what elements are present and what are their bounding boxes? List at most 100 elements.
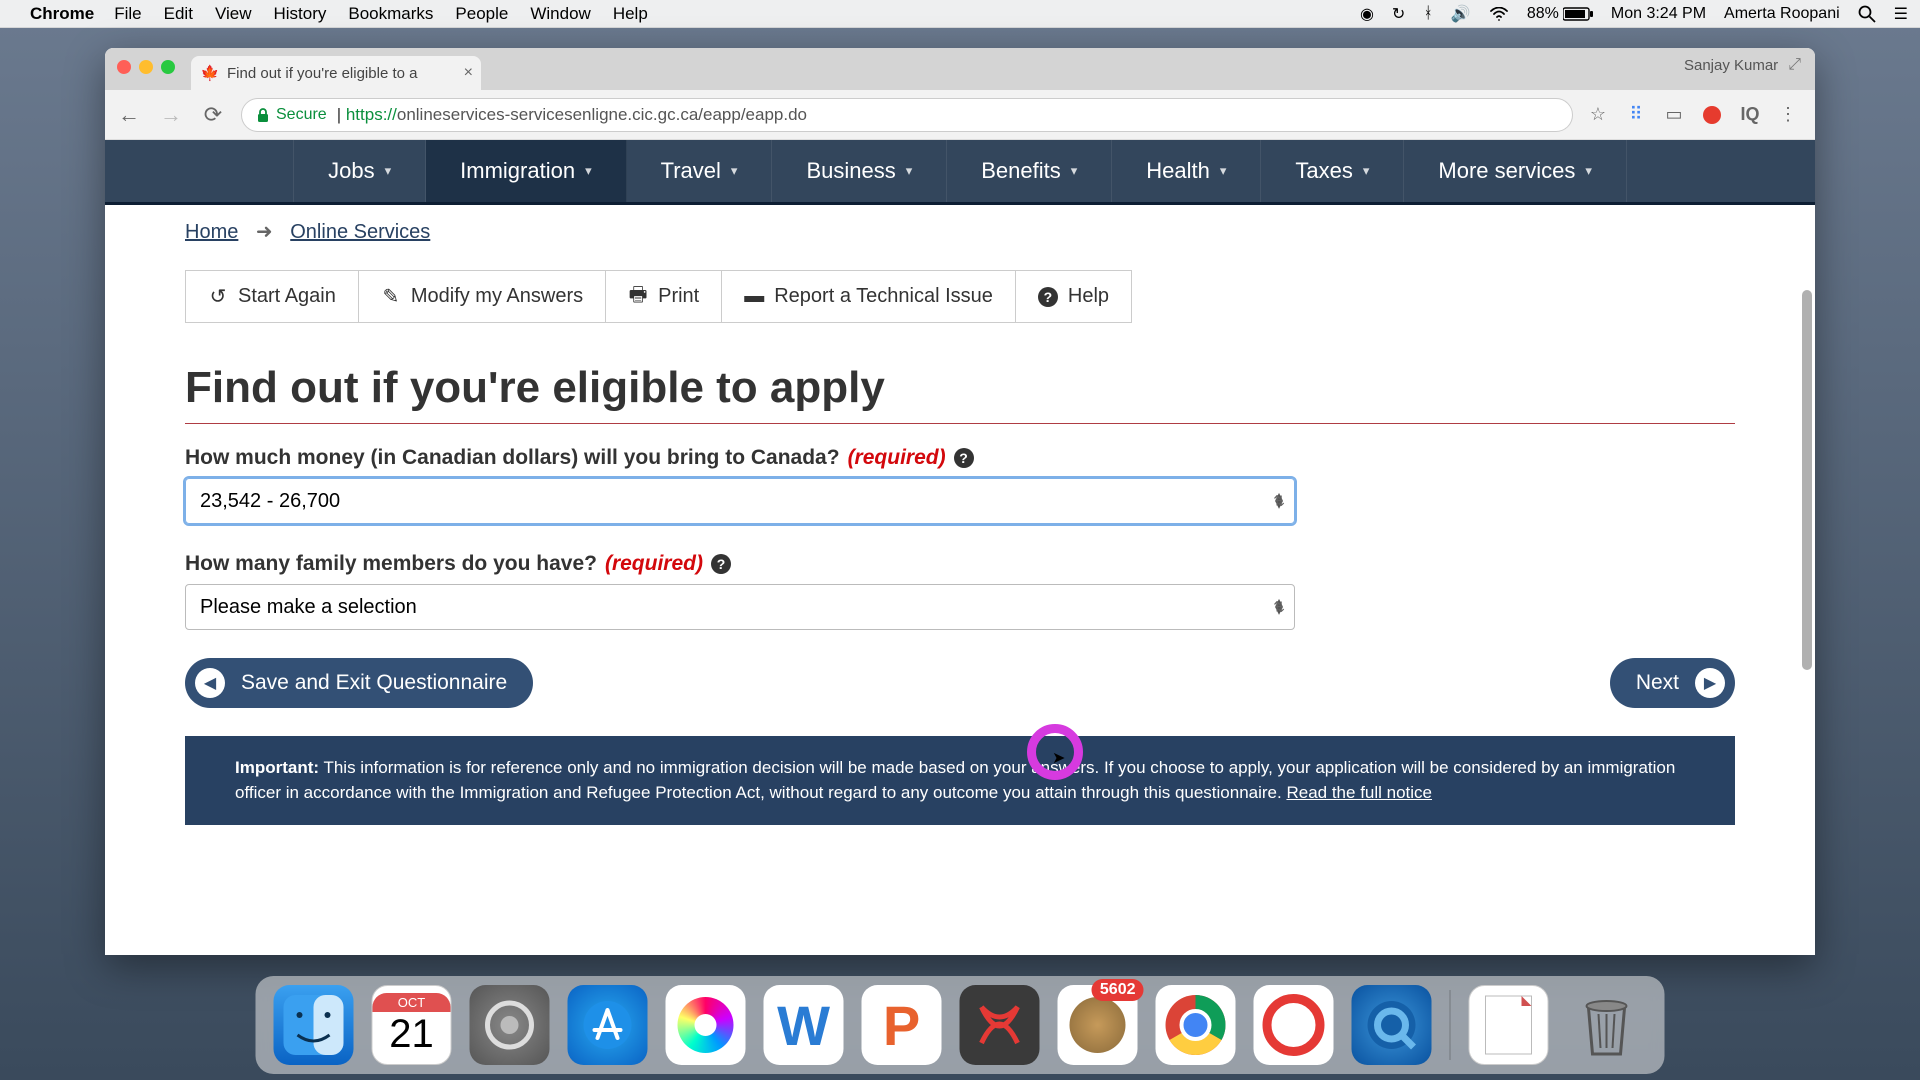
dock-app-store[interactable] — [568, 985, 648, 1065]
secure-badge: Secure — [256, 106, 327, 124]
favicon-icon: 🍁 — [201, 64, 219, 82]
help-tooltip-icon[interactable]: ? — [711, 554, 731, 574]
menu-view[interactable]: View — [215, 4, 252, 24]
nav-jobs[interactable]: Jobs▾ — [293, 140, 426, 202]
question-money-label: How much money (in Canadian dollars) wil… — [185, 446, 1735, 470]
menubar-clock[interactable]: Mon 3:24 PM — [1611, 5, 1706, 23]
macos-menubar: Chrome File Edit View History Bookmarks … — [0, 0, 1920, 28]
dock-trash[interactable] — [1567, 985, 1647, 1065]
arrow-right-icon: ▶ — [1695, 668, 1725, 698]
next-button[interactable]: Next ▶ — [1610, 658, 1735, 708]
chevron-down-icon: ▾ — [385, 163, 392, 179]
scrollbar[interactable] — [1802, 290, 1812, 670]
time-machine-icon[interactable]: ↻ — [1392, 4, 1405, 24]
fullscreen-icon[interactable]: ⤢ — [1788, 56, 1801, 74]
breadcrumb-online-services[interactable]: Online Services — [290, 221, 430, 243]
menu-history[interactable]: History — [273, 4, 326, 24]
menu-file[interactable]: File — [114, 4, 141, 24]
dock-powerpoint[interactable]: P — [862, 985, 942, 1065]
chevron-down-icon: ▾ — [906, 163, 913, 179]
volume-icon[interactable]: 🔊 — [1451, 4, 1471, 24]
dock-opera[interactable] — [1254, 985, 1334, 1065]
question-family-label: How many family members do you have? (re… — [185, 552, 1735, 576]
chrome-menu-icon[interactable]: ⋮ — [1777, 104, 1799, 126]
tab-bar: 🍁 Find out if you're eligible to a × San… — [105, 48, 1815, 90]
comment-icon: ▬ — [744, 287, 764, 307]
spotlight-icon[interactable] — [1858, 5, 1876, 23]
action-toolbar: ↺Start Again ✎Modify my Answers 🖶Print ▬… — [185, 270, 1735, 323]
nav-health[interactable]: Health▾ — [1112, 140, 1261, 202]
nav-immigration[interactable]: Immigration▾ — [426, 140, 626, 202]
help-button[interactable]: ?Help — [1016, 270, 1132, 323]
help-tooltip-icon[interactable]: ? — [954, 448, 974, 468]
dock-chrome[interactable] — [1156, 985, 1236, 1065]
dock-itunes[interactable] — [666, 985, 746, 1065]
breadcrumb-home[interactable]: Home — [185, 221, 238, 243]
url-path: onlineservices-servicesenligne.cic.gc.ca… — [397, 105, 807, 125]
pencil-icon: ✎ — [381, 287, 401, 307]
dock-quicktime[interactable] — [1352, 985, 1432, 1065]
money-select[interactable]: 23,542 - 26,700 — [185, 478, 1295, 524]
menu-people[interactable]: People — [455, 4, 508, 24]
chevron-down-icon: ▾ — [731, 163, 738, 179]
menu-window[interactable]: Window — [530, 4, 590, 24]
tab-title: Find out if you're eligible to a — [227, 65, 417, 82]
battery-percent: 88% — [1527, 5, 1559, 23]
menu-bookmarks[interactable]: Bookmarks — [348, 4, 433, 24]
important-notice: Important: This information is for refer… — [185, 736, 1735, 825]
screen-record-icon[interactable]: ◉ — [1360, 4, 1374, 24]
back-button[interactable]: ← — [115, 102, 143, 128]
bookmark-star-icon[interactable]: ☆ — [1587, 104, 1609, 126]
minimize-window-button[interactable] — [139, 60, 153, 74]
omnibox[interactable]: Secure | https://onlineservices-services… — [241, 98, 1573, 132]
close-tab-icon[interactable]: × — [464, 64, 473, 82]
notification-center-icon[interactable]: ☰ — [1894, 4, 1908, 24]
dock-finder[interactable] — [274, 985, 354, 1065]
translate-icon[interactable]: ⠿ — [1625, 104, 1647, 126]
report-issue-button[interactable]: ▬Report a Technical Issue — [722, 270, 1016, 323]
family-select-wrap: Please make a selection ▴▾ — [185, 584, 1295, 630]
family-select[interactable]: Please make a selection — [185, 584, 1295, 630]
dock-calendar[interactable]: OCT21 — [372, 985, 452, 1065]
chevron-down-icon: ▾ — [1363, 163, 1370, 179]
cast-icon[interactable]: ▭ — [1663, 104, 1685, 126]
read-full-notice-link[interactable]: Read the full notice — [1286, 783, 1432, 802]
dock-acrobat[interactable] — [960, 985, 1040, 1065]
dock-system-preferences[interactable] — [470, 985, 550, 1065]
nav-travel[interactable]: Travel▾ — [627, 140, 773, 202]
menu-help[interactable]: Help — [613, 4, 648, 24]
reload-button[interactable]: ⟳ — [199, 102, 227, 128]
print-button[interactable]: 🖶Print — [606, 270, 722, 323]
maximize-window-button[interactable] — [161, 60, 175, 74]
extension-iq-icon[interactable]: IQ — [1739, 104, 1761, 126]
dock-word[interactable]: W — [764, 985, 844, 1065]
wifi-icon[interactable] — [1489, 7, 1509, 21]
title-divider — [185, 423, 1735, 424]
chrome-window: 🍁 Find out if you're eligible to a × San… — [105, 48, 1815, 955]
browser-tab[interactable]: 🍁 Find out if you're eligible to a × — [191, 56, 481, 90]
save-exit-button[interactable]: ◀ Save and Exit Questionnaire — [185, 658, 533, 708]
extension-opera-icon[interactable] — [1701, 104, 1723, 126]
menu-edit[interactable]: Edit — [164, 4, 193, 24]
dock-divider — [1450, 990, 1451, 1060]
address-bar-row: ← → ⟳ Secure | https://onlineservices-se… — [105, 90, 1815, 140]
page-title: Find out if you're eligible to apply — [185, 363, 1735, 413]
nav-taxes[interactable]: Taxes▾ — [1261, 140, 1404, 202]
menubar-user[interactable]: Amerta Roopani — [1724, 5, 1840, 23]
nav-benefits[interactable]: Benefits▾ — [947, 140, 1112, 202]
chevron-down-icon: ▾ — [585, 163, 592, 179]
nav-more-services[interactable]: More services▾ — [1404, 140, 1626, 202]
close-window-button[interactable] — [117, 60, 131, 74]
chevron-down-icon: ▾ — [1071, 163, 1078, 179]
modify-answers-button[interactable]: ✎Modify my Answers — [359, 270, 606, 323]
active-app-name[interactable]: Chrome — [30, 4, 94, 24]
dock-document[interactable] — [1469, 985, 1549, 1065]
bluetooth-icon[interactable]: ᚼ — [1423, 5, 1433, 23]
print-icon: 🖶 — [628, 287, 648, 307]
chrome-profile-name[interactable]: Sanjay Kumar — [1684, 57, 1778, 74]
nav-business[interactable]: Business▾ — [772, 140, 947, 202]
start-again-button[interactable]: ↺Start Again — [185, 270, 359, 323]
dock-mail[interactable]: 5602 — [1058, 985, 1138, 1065]
battery-status[interactable]: 88% — [1527, 5, 1593, 23]
window-controls — [117, 60, 175, 74]
